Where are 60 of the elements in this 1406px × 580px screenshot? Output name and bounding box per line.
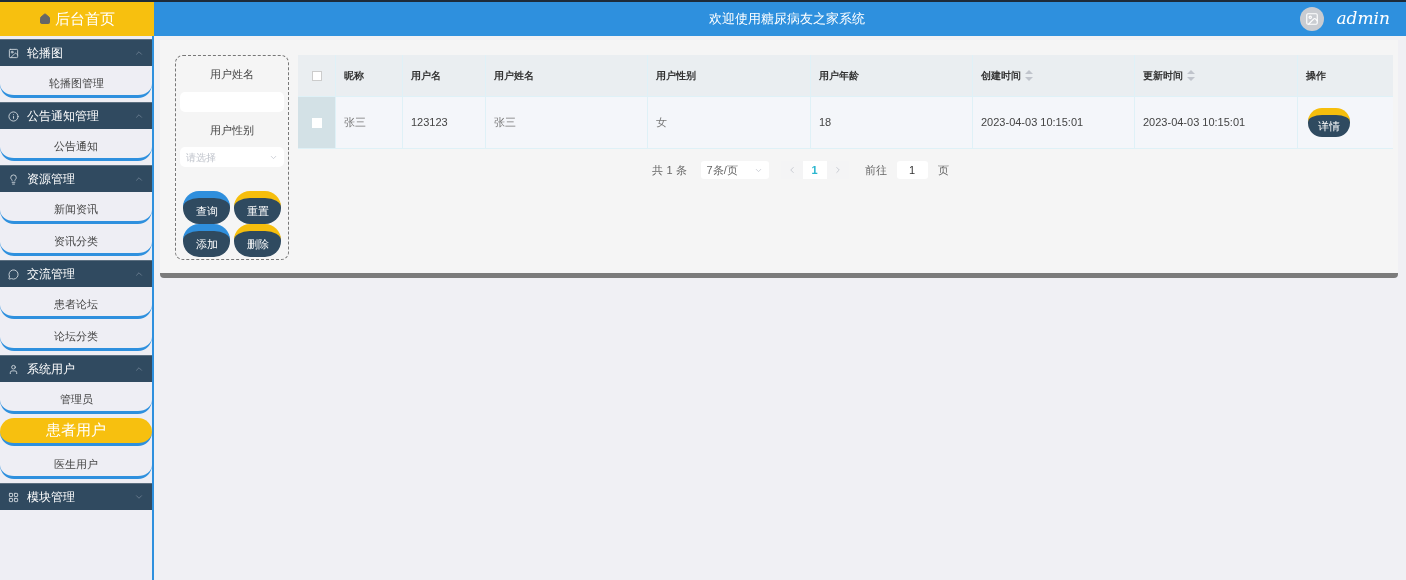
menu-group-header[interactable]: 模块管理 [0, 483, 152, 510]
action-button[interactable]: 查询 [183, 191, 230, 224]
column-header: 用户年龄 [819, 69, 859, 83]
table-cell-text: 女 [656, 115, 667, 131]
menu-item[interactable]: 资讯分类 [0, 224, 152, 256]
field-label: 用户姓名 [210, 67, 254, 82]
chevron-up-icon [134, 174, 144, 184]
goto-label: 前往 [864, 162, 887, 178]
column-header: 更新时间 [1143, 69, 1183, 83]
select-all-checkbox[interactable] [311, 70, 322, 81]
action-button[interactable]: 删除 [234, 224, 281, 257]
sort-icon[interactable] [1025, 70, 1033, 81]
user-icon [8, 363, 19, 375]
table-cell-text: 2023-04-03 10:15:01 [1143, 115, 1246, 131]
bulb-icon [8, 173, 19, 185]
row-checkbox[interactable] [311, 117, 322, 128]
table-cell-text: 张三 [494, 115, 516, 131]
action-button[interactable]: 添加 [183, 224, 230, 257]
field-label: 用户性别 [210, 122, 254, 138]
column-header: 用户性别 [656, 69, 696, 83]
menu-item[interactable]: 患者论坛 [0, 287, 152, 319]
goto-input[interactable]: 1 [896, 161, 928, 179]
chevron-up-icon [134, 111, 144, 121]
action-button[interactable]: 重置 [234, 191, 281, 224]
info-icon [8, 110, 19, 122]
chat-icon [8, 268, 19, 280]
total-count: 共 1 条 [652, 162, 687, 178]
menu-item[interactable]: 轮播图管理 [0, 66, 152, 98]
table-cell-text: 18 [819, 115, 832, 131]
menu-group-header[interactable]: 轮播图 [0, 39, 152, 66]
avatar-icon[interactable] [1300, 7, 1325, 31]
menu-item[interactable]: 论坛分类 [0, 319, 152, 351]
column-header: 昵称 [344, 69, 364, 83]
menu-item[interactable]: 公告通知 [0, 129, 152, 161]
page-suffix: 页 [937, 162, 949, 178]
grid-icon [8, 491, 19, 503]
chevron-up-icon [134, 364, 144, 374]
table-cell-text: 123123 [411, 115, 448, 131]
system-title: 欢迎使用糖尿病友之家系统 [709, 10, 866, 29]
table-cell-text: 张三 [344, 115, 366, 131]
column-header: 用户姓名 [494, 69, 534, 83]
column-header: 用户名 [411, 69, 441, 83]
chevron-up-icon [134, 269, 144, 279]
menu-item[interactable]: 医生用户 [0, 447, 152, 479]
home-icon [39, 13, 51, 25]
menu-group-header[interactable]: 公告通知管理 [0, 102, 152, 129]
details-button[interactable]: 详情 [1308, 108, 1350, 137]
menu-item[interactable]: 管理员 [0, 382, 152, 414]
menu-group-header[interactable]: 系统用户 [0, 355, 152, 382]
sort-icon[interactable] [1187, 70, 1195, 81]
menu-group-header[interactable]: 资源管理 [0, 165, 152, 192]
page-size-select[interactable]: 7条/页 [700, 161, 769, 179]
menu-group-header[interactable]: 交流管理 [0, 260, 152, 287]
menu-item[interactable]: 新闻资讯 [0, 192, 152, 224]
table-cell-text: 2023-04-03 10:15:01 [981, 115, 1084, 131]
image-icon [8, 47, 19, 59]
column-header: 操作 [1306, 69, 1326, 83]
column-header: 创建时间 [981, 69, 1021, 83]
chevron-down-icon [134, 492, 144, 502]
chevron-up-icon [134, 48, 144, 58]
